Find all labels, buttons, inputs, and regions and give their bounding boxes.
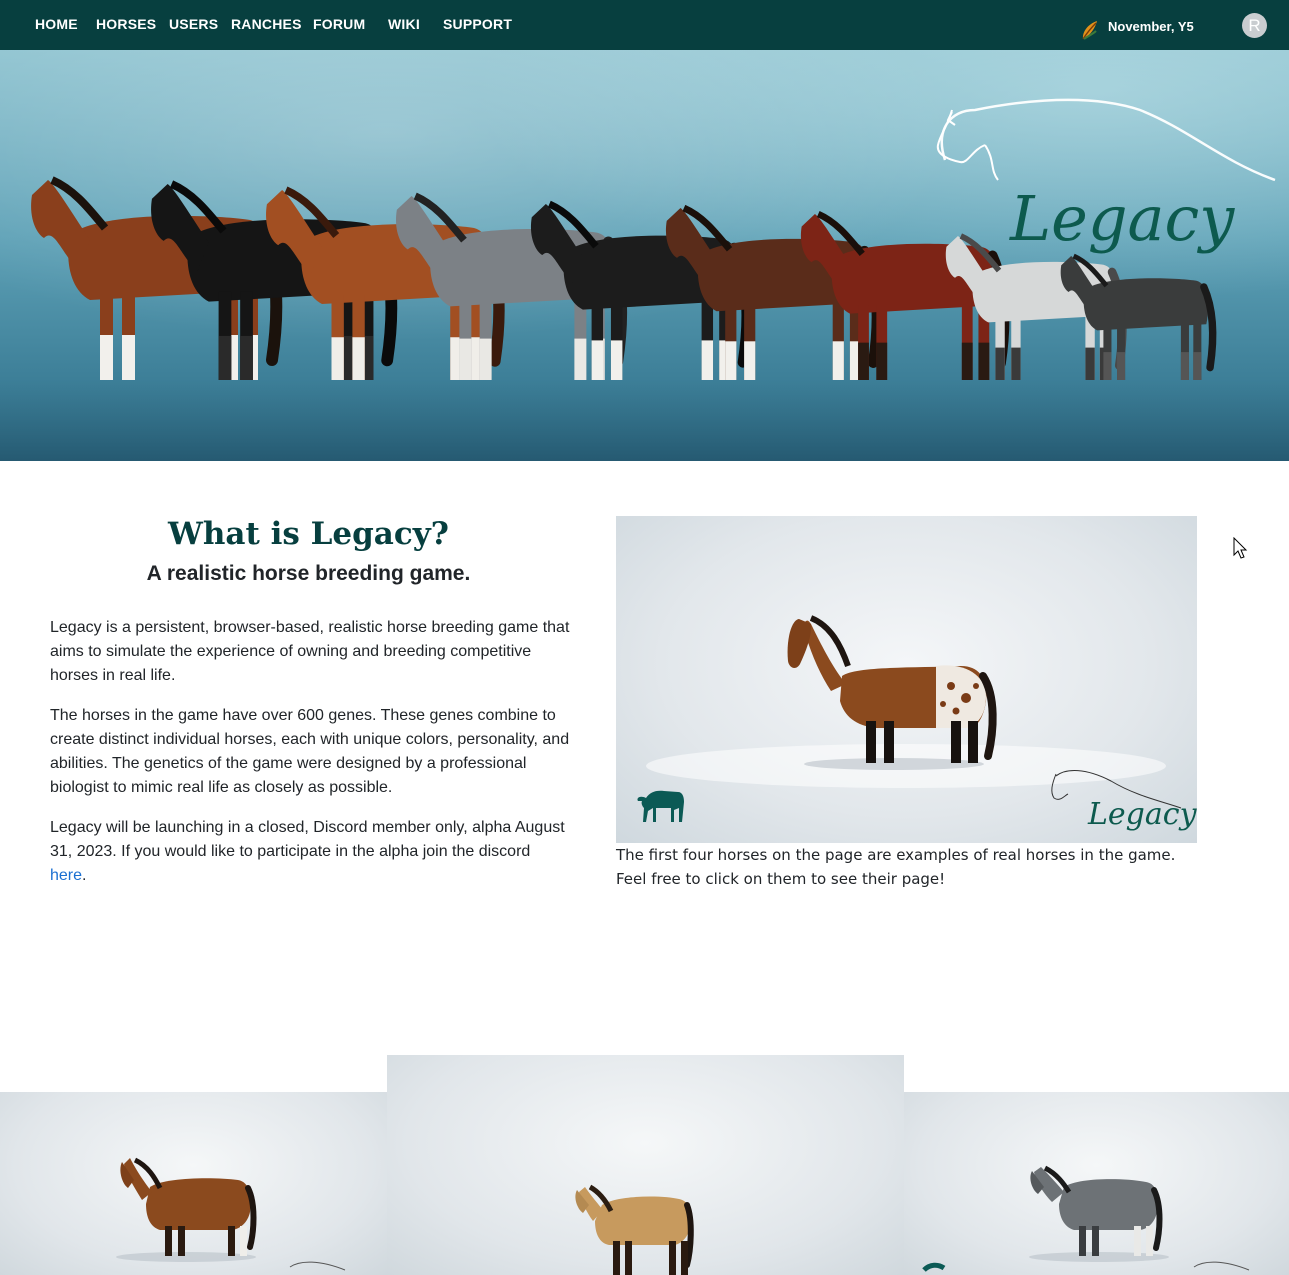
banner-horses-image: Legacy [0,98,1289,461]
launch-text: Legacy will be launching in a closed, Di… [50,819,565,860]
horse-silhouette-icon [637,790,684,822]
nav-users[interactable]: USERS [169,16,218,32]
mouse-cursor-icon [1233,537,1248,559]
nav-support[interactable]: SUPPORT [443,16,512,32]
launch-end: . [82,867,87,884]
legacy-logo-text: Legacy [1009,182,1235,255]
banner-horse [1060,253,1217,380]
top-navbar: HOME HORSES USERS RANCHES FORUM WIKI SUP… [0,0,1289,50]
game-date: November, Y5 [1108,19,1194,34]
legacy-logo: Legacy [936,98,1276,255]
hero-banner: Legacy [0,50,1289,461]
intro-paragraph-1: Legacy is a persistent, browser-based, r… [50,619,570,684]
showcase-caption: The first four horses on the page are ex… [616,846,1176,888]
discord-link[interactable]: here [50,867,82,884]
nav-home[interactable]: HOME [35,16,78,32]
buckskin-horse [575,1184,694,1275]
autumn-leaf-icon [1082,21,1097,40]
nav-forum[interactable]: FORUM [313,16,365,32]
page-subtitle: A realistic horse breeding game. [146,562,471,585]
watermark-text: Legacy [1087,797,1197,832]
intro-paragraph-3: Legacy will be launching in a closed, Di… [50,816,570,888]
horse-card-1[interactable] [0,1092,387,1275]
user-avatar[interactable]: R [1242,13,1267,38]
nav-horses[interactable]: HORSES [96,16,156,32]
intro-paragraph-2: The horses in the game have over 600 gen… [50,707,570,796]
page-title: What is Legacy? [168,516,449,552]
nav-ranches[interactable]: RANCHES [231,16,302,32]
grey-horse [1029,1165,1169,1262]
showcase-horse-image[interactable]: Legacy [616,516,1197,843]
nav-wiki[interactable]: WIKI [388,16,420,32]
bay-horse [116,1157,257,1262]
horse-card-3[interactable] [904,1092,1289,1275]
horse-card-2[interactable] [387,1055,904,1275]
